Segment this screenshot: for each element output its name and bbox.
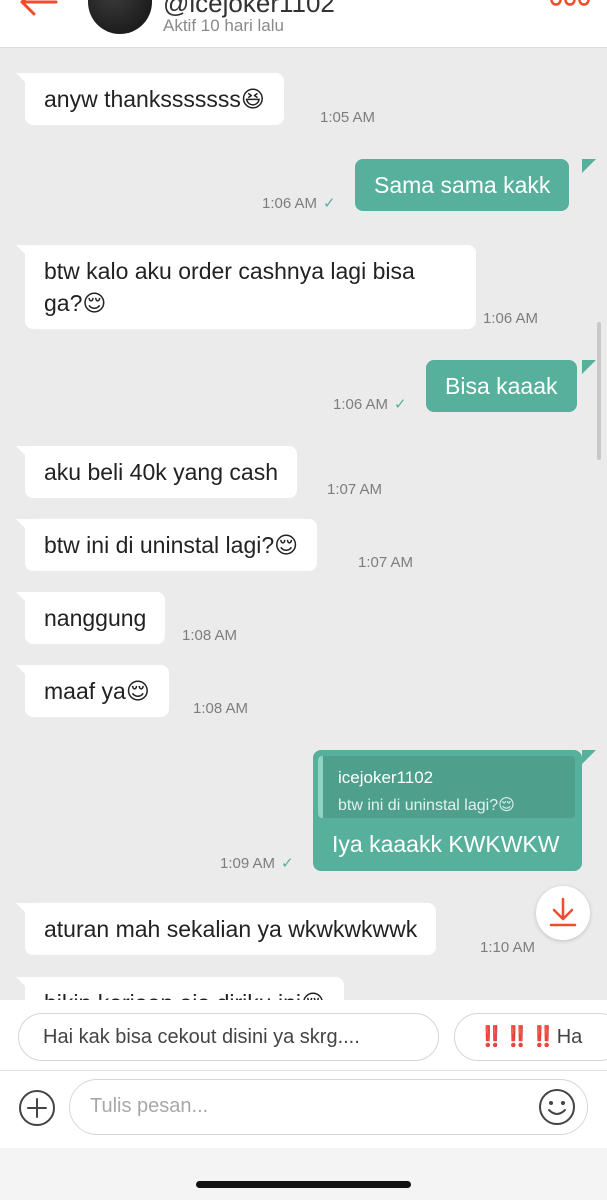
add-icon[interactable] <box>18 1089 56 1127</box>
message-text: anyw thanksssssss😆 <box>44 86 265 112</box>
message-time: 1:06 AM <box>483 310 539 327</box>
message-time: 1:07 AM <box>358 554 414 571</box>
message-text: nanggung <box>44 605 147 631</box>
home-indicator[interactable] <box>196 1181 411 1188</box>
chat-area[interactable]: anyw thanksssssss😆 1:05 AM Sama sama kak… <box>0 48 607 1000</box>
message-text: btw ini di uninstal lagi?😌 <box>44 532 299 558</box>
message-text: bikin kerjaan aja diriku ini😌 <box>44 990 325 1000</box>
message-text-line: btw kalo aku order cashnya lagi bisa <box>44 258 415 284</box>
read-check-icon: ✓ <box>394 396 407 413</box>
bubble-tail <box>582 750 596 764</box>
time-text: 1:06 AM <box>333 396 389 413</box>
message-time: 1:06 AM ✓ <box>333 395 407 413</box>
time-text: 1:06 AM <box>262 195 318 212</box>
bubble-tail <box>582 159 596 173</box>
outgoing-message[interactable]: Bisa kaaak <box>426 360 577 412</box>
more-options-icon[interactable] <box>548 0 592 14</box>
message-text: Iya kaaakk KWKWKW <box>332 831 560 857</box>
chat-header: @icejoker1102 Aktif 10 hari lalu <box>0 0 607 48</box>
incoming-message[interactable]: anyw thanksssssss😆 <box>25 73 284 125</box>
message-time: 1:10 AM <box>480 939 536 956</box>
quoted-text: btw ini di uninstal lagi?😌 <box>338 797 515 814</box>
incoming-message[interactable]: bikin kerjaan aja diriku ini😌 <box>25 977 344 1000</box>
message-text: Bisa kaaak <box>445 373 558 399</box>
emoji-icon[interactable] <box>538 1088 576 1126</box>
divider <box>0 1070 607 1071</box>
quote-bar <box>318 756 323 818</box>
home-bar-area <box>0 1148 607 1200</box>
double-exclamation-icon: ‼️‼️‼️ <box>479 1026 557 1048</box>
message-text: Sama sama kakk <box>374 172 551 198</box>
read-check-icon: ✓ <box>323 195 336 212</box>
quick-reply-chip[interactable]: Hai kak bisa cekout disini ya skrg.... <box>18 1013 439 1061</box>
outgoing-message[interactable]: Sama sama kakk <box>355 159 570 211</box>
scrollbar[interactable] <box>597 322 601 460</box>
incoming-message[interactable]: btw kalo aku order cashnya lagi bisa ga?… <box>25 245 476 329</box>
message-text: maaf ya😌 <box>44 678 150 704</box>
message-time: 1:09 AM ✓ <box>220 854 294 872</box>
download-arrow-icon <box>549 897 577 927</box>
message-text: aturan mah sekalian ya wkwkwkwwk <box>44 916 418 942</box>
message-placeholder: Tulis pesan... <box>90 1095 209 1117</box>
message-input[interactable]: Tulis pesan... <box>69 1079 588 1135</box>
quick-reply-text: Ha <box>556 1026 583 1048</box>
time-text: 1:09 AM <box>220 855 276 872</box>
incoming-message[interactable]: nanggung <box>25 592 166 644</box>
message-time: 1:06 AM ✓ <box>262 194 336 212</box>
incoming-message[interactable]: maaf ya😌 <box>25 665 169 717</box>
incoming-message[interactable]: aku beli 40k yang cash <box>25 446 297 498</box>
incoming-message[interactable]: aturan mah sekalian ya wkwkwkwwk <box>25 903 437 955</box>
bubble-tail <box>582 360 596 374</box>
message-time: 1:08 AM <box>193 700 249 717</box>
scroll-to-bottom-button[interactable] <box>536 886 590 940</box>
quick-reply-chip[interactable]: ‼️‼️‼️Ha <box>454 1013 607 1061</box>
quoted-message[interactable]: icejoker1102 btw ini di uninstal lagi?😌 <box>318 756 575 818</box>
message-time: 1:07 AM <box>327 481 383 498</box>
message-time: 1:05 AM <box>320 109 376 126</box>
quick-reply-text: Hai kak bisa cekout disini ya skrg.... <box>43 1026 360 1048</box>
message-text-line: ga?😌 <box>44 290 107 316</box>
outgoing-message[interactable]: icejoker1102 btw ini di uninstal lagi?😌 … <box>313 750 582 871</box>
back-arrow-icon[interactable] <box>20 0 60 26</box>
message-text: aku beli 40k yang cash <box>44 459 278 485</box>
read-check-icon: ✓ <box>281 855 294 872</box>
message-time: 1:08 AM <box>182 627 238 644</box>
avatar[interactable] <box>88 0 152 34</box>
contact-status: Aktif 10 hari lalu <box>163 16 284 35</box>
incoming-message[interactable]: btw ini di uninstal lagi?😌 <box>25 519 318 571</box>
